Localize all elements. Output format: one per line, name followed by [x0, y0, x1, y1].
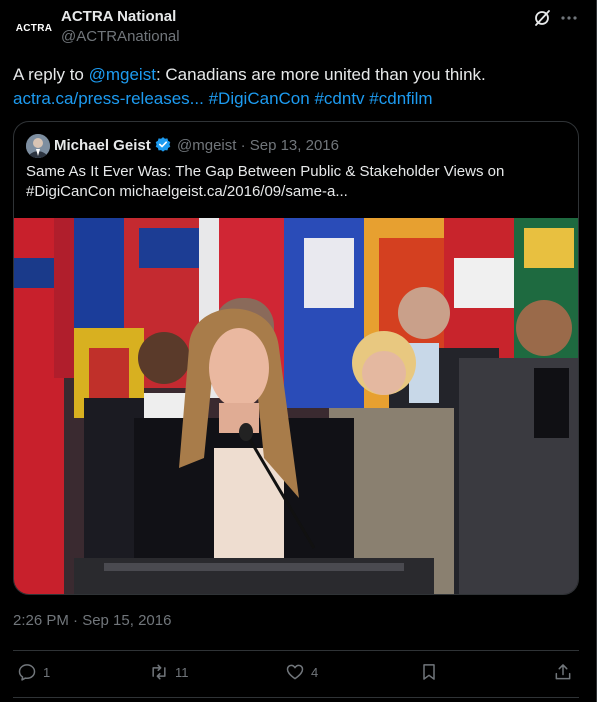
like-count: 4 [311, 664, 319, 680]
verified-icon [155, 137, 171, 152]
repost-count: 11 [175, 664, 189, 680]
tweet-text: : Canadians are more united than you thi… [155, 65, 486, 84]
avatar-logo-text: ACTRA [15, 22, 53, 34]
quote-meta: @mgeist · Sep 13, 2016 [177, 137, 339, 154]
mention-link[interactable]: @mgeist [89, 65, 156, 84]
repost-icon [152, 664, 166, 680]
author-name[interactable]: ACTRA National [61, 8, 176, 25]
author-handle[interactable]: @ACTRAnational [61, 28, 180, 45]
hashtag-link[interactable]: #DigiCanCon [209, 89, 310, 108]
reply-count: 1 [43, 664, 51, 680]
tweet-header: ACTRA ACTRA National @ACTRAnational [12, 6, 582, 50]
hashtag-link[interactable]: #cdntv [314, 89, 364, 108]
tweet-timestamp[interactable]: 2:26 PM · Sep 15, 2016 [13, 612, 171, 629]
grok-icon[interactable] [532, 8, 552, 28]
quote-avatar[interactable] [26, 134, 50, 158]
quote-author-name[interactable]: Michael Geist [54, 137, 151, 154]
share-button[interactable] [553, 662, 573, 682]
divider [13, 650, 579, 651]
more-icon[interactable] [558, 8, 580, 28]
quoted-tweet[interactable]: Michael Geist @mgeist · Sep 13, 2016 Sam… [13, 121, 579, 595]
share-icon [555, 664, 571, 680]
tweet-body: A reply to @mgeist: Canadians are more u… [13, 63, 583, 111]
like-button[interactable]: 4 [285, 662, 318, 682]
action-bar: 1 11 4 [13, 658, 579, 690]
reply-button[interactable]: 1 [17, 662, 50, 682]
press-release-link[interactable]: actra.ca/press-releases... [13, 89, 204, 108]
press-conference-photo[interactable] [14, 218, 579, 595]
reply-icon [18, 664, 36, 681]
quote-text: Same As It Ever Was: The Gap Between Pub… [26, 163, 505, 200]
reply-prefix: A reply to [13, 65, 89, 84]
like-icon [286, 664, 304, 680]
bookmark-button[interactable] [419, 662, 439, 682]
bookmark-icon [423, 664, 435, 680]
divider [13, 697, 579, 698]
avatar[interactable]: ACTRA [14, 8, 54, 48]
repost-button[interactable]: 11 [149, 662, 189, 682]
hashtag-link[interactable]: #cdnfilm [369, 89, 432, 108]
